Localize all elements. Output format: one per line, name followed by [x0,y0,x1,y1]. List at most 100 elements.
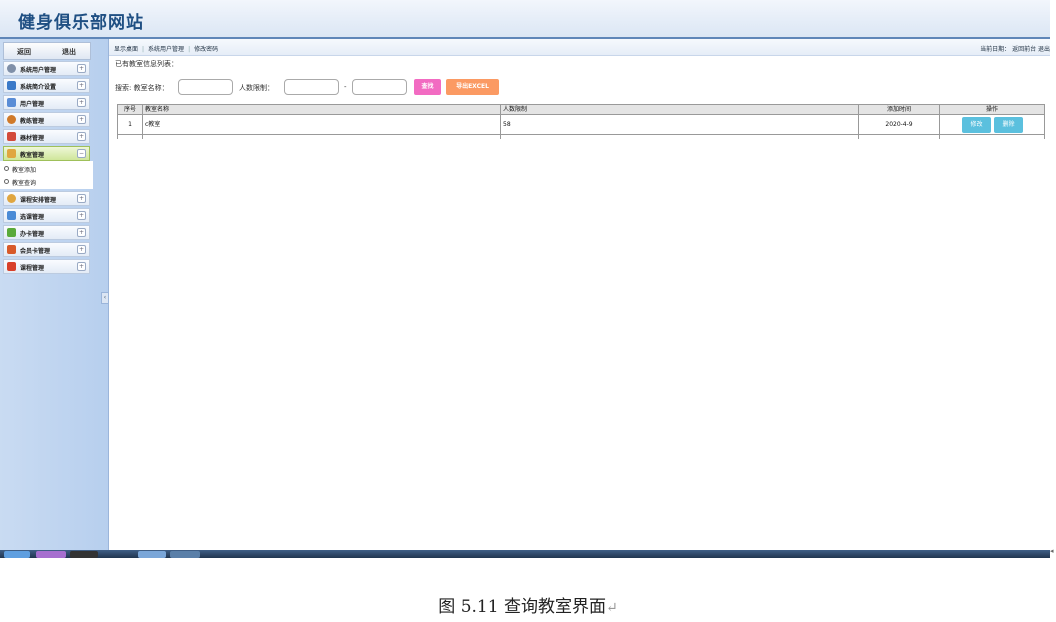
sidebar-item-courses[interactable]: 课程管理 + [3,259,90,274]
sidebar-item-label: 会员卡管理 [20,248,51,255]
top-nav-right[interactable]: 当前日期： 返回前台 退出 [980,44,1050,53]
sidebar-item-schedule[interactable]: 课程安排管理 + [3,191,90,206]
expand-icon[interactable]: + [77,64,86,73]
calendar-icon [7,132,16,141]
taskbar-app-icon[interactable] [70,551,98,558]
limit-min-input[interactable] [284,79,339,95]
person-icon [7,115,16,124]
nav-separator: | [188,46,191,53]
bullet-icon [4,166,9,171]
window-icon [7,98,16,107]
submenu: 教室添加 教室查询 [0,161,93,189]
submenu-label: 教室查询 [12,180,37,187]
sidebar-item-coaches[interactable]: 教练管理 + [3,112,90,127]
cell-name: c教室 [143,115,501,134]
sidebar-item-label: 课程管理 [20,265,45,272]
header-index: 序号 [118,105,143,114]
book-icon [7,262,16,271]
collapse-icon[interactable]: − [77,149,86,158]
folder-icon [7,149,16,158]
site-header: 健身俱乐部网站 [0,0,1050,39]
limit-max-input[interactable] [352,79,407,95]
nav-link-system-users[interactable]: 系统用户管理 [148,46,184,53]
page-edge-mark: ◂ [1050,547,1054,555]
expand-icon[interactable]: + [77,262,86,271]
expand-icon[interactable]: + [77,228,86,237]
header-name: 教室名称 [143,105,501,114]
main-content: 显示桌面 | 系统用户管理 | 修改密码 当前日期： 返回前台 退出 已有教室信息列表：… [109,39,1050,552]
cell-divider [118,135,143,139]
monitor-icon [7,81,16,90]
sidebar-menu: 系统用户管理 + 系统简介设置 + 用户管理 + 教练管理 + 器材管理 + 教… [0,61,93,276]
submenu-item-add-classroom[interactable]: 教室添加 [0,162,93,175]
sidebar-item-card-issue[interactable]: 办卡管理 + [3,225,90,240]
submenu-label: 教室添加 [12,167,37,174]
nav-link-change-password[interactable]: 修改密码 [194,46,218,53]
find-button[interactable]: 查找 [414,79,441,95]
member-card-icon [7,245,16,254]
header-actions: 操作 [985,106,998,113]
table-row: 1 c教室 58 2020-4-9 修改 删除 [118,115,1044,135]
limit-label: 人数限制： [239,84,274,92]
expand-icon[interactable]: + [77,98,86,107]
edit-button[interactable]: 修改 [962,117,991,133]
sidebar-item-system-intro[interactable]: 系统简介设置 + [3,78,90,93]
sidebar: 返回 退出 系统用户管理 + 系统简介设置 + 用户管理 + 教练管理 + 器材… [0,39,109,552]
table-row-partial [118,135,1044,139]
cell-divider [143,135,501,139]
expand-icon[interactable]: + [77,115,86,124]
back-button[interactable]: 返回 [17,47,31,57]
cell-divider [501,135,859,139]
nav-link-desktop[interactable]: 显示桌面 [114,46,138,53]
export-excel-button[interactable]: 导出EXCEL [446,79,499,95]
expand-icon[interactable]: + [77,81,86,90]
list-title: 已有教室信息列表： [115,60,178,68]
sidebar-item-label: 教练管理 [20,118,45,125]
card-icon [7,228,16,237]
caption-text: 图 5.11 查询教室界面 [438,597,606,617]
start-button[interactable] [4,551,30,558]
table-header: 序号 教室名称 人数限制 添加时间 操作 [118,104,1044,115]
sidebar-item-equipment[interactable]: 器材管理 + [3,129,90,144]
sidebar-top-bar: 返回 退出 [3,42,91,60]
header-limit: 人数限制 [501,105,859,114]
return-icon: ↵ [605,600,618,616]
group-icon [7,211,16,220]
bullet-icon [4,179,9,184]
sidebar-item-classrooms[interactable]: 教室管理 − [3,146,90,161]
taskbar-app-icon[interactable] [36,551,66,558]
sidebar-item-label: 用户管理 [20,101,45,108]
expand-icon[interactable]: + [77,194,86,203]
sidebar-item-label: 系统简介设置 [20,84,57,91]
taskbar-app-icon[interactable] [138,551,166,558]
taskbar-app-icon[interactable] [170,551,200,558]
nav-separator: | [142,46,145,53]
top-nav-links: 显示桌面 | 系统用户管理 | 修改密码 [114,44,218,53]
sidebar-item-label: 选课管理 [20,214,45,221]
clock-icon [7,194,16,203]
sidebar-item-label: 教室管理 [20,152,45,159]
sidebar-item-label: 器材管理 [20,135,45,142]
cell-divider [859,135,940,139]
header-added: 添加时间 [859,105,940,114]
sidebar-item-member-cards[interactable]: 会员卡管理 + [3,242,90,257]
cell-added: 2020-4-9 [859,115,940,134]
delete-button[interactable]: 删除 [994,117,1023,133]
logout-button[interactable]: 退出 [62,47,76,57]
settings-icon [7,64,16,73]
sidebar-item-label: 系统用户管理 [20,67,57,74]
sidebar-collapse-icon[interactable]: ‹ [101,292,109,304]
expand-icon[interactable]: + [77,245,86,254]
range-dash: - [344,83,347,91]
submenu-item-query-classroom[interactable]: 教室查询 [0,175,93,188]
sidebar-item-course-selection[interactable]: 选课管理 + [3,208,90,223]
classroom-table: 序号 教室名称 人数限制 添加时间 操作 1 c教室 58 2020-4-9 修… [117,104,1045,139]
sidebar-item-label: 课程安排管理 [20,197,57,204]
expand-icon[interactable]: + [77,211,86,220]
top-nav: 显示桌面 | 系统用户管理 | 修改密码 当前日期： 返回前台 退出 [109,39,1050,56]
sidebar-item-system-users[interactable]: 系统用户管理 + [3,61,90,76]
classroom-name-input[interactable] [178,79,233,95]
site-title: 健身俱乐部网站 [18,13,144,33]
sidebar-item-users[interactable]: 用户管理 + [3,95,90,110]
expand-icon[interactable]: + [77,132,86,141]
